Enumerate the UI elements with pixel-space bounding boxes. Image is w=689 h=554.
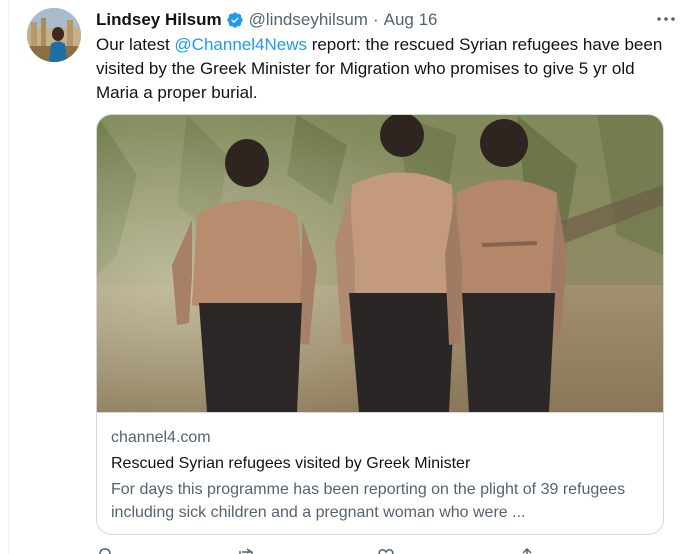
card-photo xyxy=(97,115,663,412)
avatar[interactable] xyxy=(27,8,81,62)
mention-link[interactable]: @Channel4News xyxy=(174,35,307,54)
more-icon[interactable] xyxy=(653,8,679,30)
retweet-icon[interactable] xyxy=(237,548,255,554)
verified-badge-icon xyxy=(226,12,243,28)
like-icon[interactable] xyxy=(377,548,395,554)
separator-dot: · xyxy=(372,10,379,29)
tweet[interactable]: Lindsey Hilsum @lindseyhilsum · Aug 16 O… xyxy=(8,0,689,554)
card-image[interactable] xyxy=(97,115,663,413)
tweet-text: Our latest @Channel4News report: the res… xyxy=(96,33,676,105)
card-domain: channel4.com xyxy=(111,429,211,446)
card-title[interactable]: Rescued Syrian refugees visited by Greek… xyxy=(111,451,649,477)
author-name[interactable]: Lindsey Hilsum xyxy=(96,10,222,30)
card-meta: channel4.com Rescued Syrian refugees vis… xyxy=(111,425,649,524)
avatar-photo xyxy=(27,8,81,62)
link-card[interactable]: channel4.com Rescued Syrian refugees vis… xyxy=(96,114,664,535)
tweet-text-start: Our latest xyxy=(96,35,175,54)
tweet-header: Lindsey Hilsum @lindseyhilsum · Aug 16 xyxy=(96,9,673,31)
tweet-actions xyxy=(96,548,536,554)
author-handle[interactable]: @lindseyhilsum xyxy=(249,10,368,30)
share-icon[interactable] xyxy=(518,548,536,554)
card-description: For days this programme has been reporti… xyxy=(111,481,626,521)
reply-icon[interactable] xyxy=(96,548,114,554)
tweet-date[interactable]: Aug 16 xyxy=(384,10,438,30)
